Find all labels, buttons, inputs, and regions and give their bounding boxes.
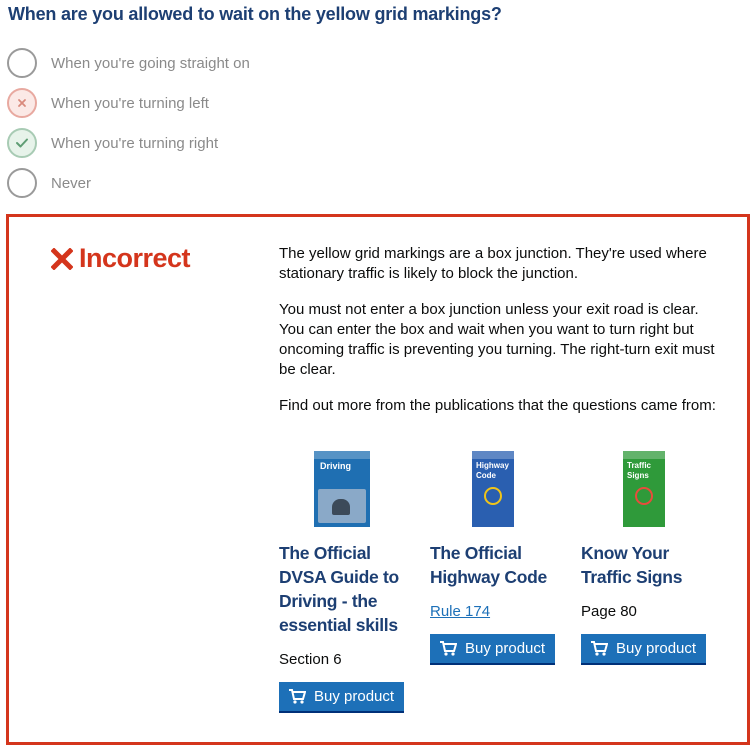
verdict-heading: Incorrect — [51, 243, 191, 274]
publication-title[interactable]: Know Your Traffic Signs — [581, 541, 711, 589]
feedback-panel: Incorrect The yellow grid markings are a… — [6, 214, 750, 745]
buy-product-button[interactable]: Buy product — [279, 682, 405, 713]
radio-button[interactable] — [7, 48, 37, 78]
publication-reference: Page 80 — [581, 603, 637, 620]
book-cover-image[interactable]: Driving — [314, 451, 370, 527]
answer-option-straight-on[interactable]: When you're going straight on — [7, 47, 250, 79]
radio-button-incorrect[interactable] — [7, 88, 37, 118]
cover-title: Traffic Signs — [627, 461, 652, 480]
publication-card-driving: Driving The Official DVSA Guide to Drivi… — [279, 451, 409, 713]
cross-icon — [18, 99, 26, 107]
publication-title[interactable]: The Official Highway Code — [430, 541, 560, 589]
publication-card-highway-code: Highway Code The Official Highway Code R… — [430, 451, 560, 665]
publication-title[interactable]: The Official DVSA Guide to Driving - the… — [279, 541, 409, 637]
shopping-cart-icon — [591, 641, 608, 656]
cover-title: Driving — [320, 461, 352, 471]
explanation: The yellow grid markings are a box junct… — [279, 244, 719, 432]
shopping-cart-icon — [440, 641, 457, 656]
buy-product-label: Buy product — [465, 640, 546, 657]
rule-link[interactable]: Rule 174 — [430, 603, 490, 620]
buy-product-label: Buy product — [314, 688, 395, 705]
answer-option-turning-right[interactable]: When you're turning right — [7, 127, 218, 159]
buy-product-button[interactable]: Buy product — [430, 634, 556, 665]
shopping-cart-icon — [289, 689, 306, 704]
verdict-label: Incorrect — [79, 243, 191, 273]
radio-button[interactable] — [7, 168, 37, 198]
cross-icon — [51, 247, 73, 270]
publication-card-traffic-signs: Traffic Signs Know Your Traffic Signs Pa… — [581, 451, 711, 665]
publications-intro: Find out more from the publications that… — [279, 397, 716, 414]
answer-option-label: When you're turning right — [51, 134, 219, 152]
publication-reference: Rule 174 — [430, 603, 560, 620]
radio-button-correct[interactable] — [7, 128, 37, 158]
answer-option-label: When you're going straight on — [51, 54, 250, 72]
cover-title: Highway Code — [476, 461, 509, 480]
question-title: When are you allowed to wait on the yell… — [8, 4, 502, 24]
answer-option-label: Never — [51, 174, 92, 192]
answer-option-never[interactable]: Never — [7, 167, 91, 199]
answer-option-turning-left[interactable]: When you're turning left — [7, 87, 209, 119]
buy-product-button[interactable]: Buy product — [581, 634, 707, 665]
publication-reference: Section 6 — [279, 651, 342, 668]
check-icon — [16, 138, 28, 148]
explanation-paragraph: You must not enter a box junction unless… — [279, 301, 715, 378]
buy-product-label: Buy product — [616, 640, 697, 657]
explanation-paragraph: The yellow grid markings are a box junct… — [279, 245, 707, 282]
answer-option-label: When you're turning left — [51, 94, 209, 112]
book-cover-image[interactable]: Highway Code — [472, 451, 514, 527]
book-cover-image[interactable]: Traffic Signs — [623, 451, 665, 527]
